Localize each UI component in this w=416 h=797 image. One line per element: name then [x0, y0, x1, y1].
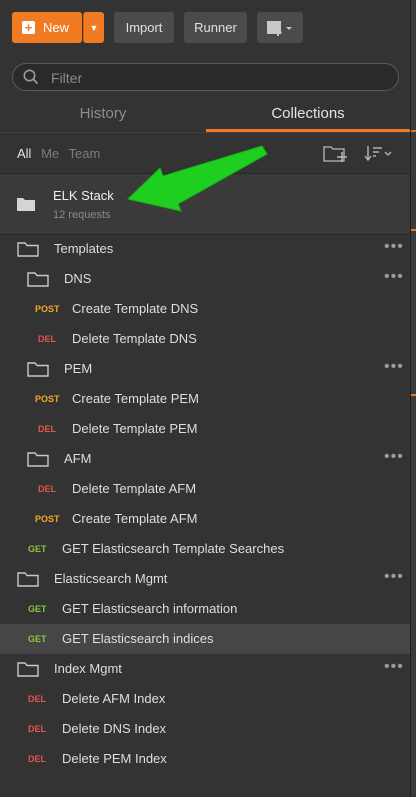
plus-icon: +	[22, 21, 35, 34]
folder-icon	[17, 662, 39, 677]
method-badge: DEL	[28, 694, 46, 704]
more-icon[interactable]: •••	[384, 654, 404, 680]
request-item[interactable]: POST Create Template DNS	[0, 294, 410, 324]
new-dropdown-button[interactable]: ▼	[83, 12, 104, 43]
more-icon[interactable]: •••	[384, 564, 404, 590]
more-icon[interactable]: •••	[384, 234, 404, 260]
adjacent-pane-accent	[411, 394, 416, 396]
method-badge: GET	[28, 544, 47, 554]
filter-team[interactable]: Team	[69, 146, 101, 161]
method-badge: DEL	[38, 334, 56, 344]
runner-button-label: Runner	[194, 20, 237, 35]
folder-icon	[17, 242, 39, 257]
collection-item[interactable]: ELK Stack 12 requests	[0, 173, 410, 235]
more-icon[interactable]: •••	[384, 264, 404, 290]
folder-label: Elasticsearch Mgmt	[54, 571, 168, 586]
more-icon[interactable]: •••	[384, 444, 404, 470]
divider	[0, 132, 410, 133]
import-button[interactable]: Import	[114, 12, 174, 43]
folder-label: Templates	[54, 241, 114, 256]
collection-name: ELK Stack	[53, 188, 114, 203]
request-label: Create Template PEM	[72, 391, 199, 406]
request-item[interactable]: DEL Delete Template AFM	[0, 474, 410, 504]
filter-search[interactable]	[12, 63, 399, 91]
new-collection-icon[interactable]	[322, 143, 350, 163]
runner-button[interactable]: Runner	[184, 12, 247, 43]
method-badge: POST	[35, 304, 60, 314]
folder-item[interactable]: DNS •••	[0, 264, 410, 294]
folder-label: Index Mgmt	[54, 661, 122, 676]
folder-item[interactable]: PEM •••	[0, 354, 410, 384]
request-item[interactable]: GET GET Elasticsearch information	[0, 594, 410, 624]
sidebar-tabs: History Collections	[0, 96, 410, 132]
toolbar: + New ▼ Import Runner	[0, 0, 410, 56]
sort-icon[interactable]	[362, 143, 394, 163]
folder-label: PEM	[64, 361, 93, 376]
method-badge: DEL	[38, 424, 56, 434]
new-button[interactable]: + New	[12, 12, 82, 43]
adjacent-pane-edge	[411, 0, 416, 797]
collection-folder-icon	[17, 198, 35, 211]
request-item[interactable]: DEL Delete PEM Index	[0, 744, 410, 774]
folder-item[interactable]: Elasticsearch Mgmt •••	[0, 564, 410, 594]
filter-all[interactable]: All	[17, 146, 31, 161]
request-label: Create Template AFM	[72, 511, 198, 526]
request-label: Create Template DNS	[72, 301, 199, 316]
method-badge: DEL	[38, 484, 56, 494]
search-icon	[23, 69, 39, 85]
folder-icon	[27, 362, 49, 377]
folder-label: DNS	[64, 271, 92, 286]
filter-me[interactable]: Me	[41, 146, 59, 161]
request-item-selected[interactable]: GET GET Elasticsearch indices	[0, 624, 410, 654]
request-item[interactable]: DEL Delete Template PEM	[0, 414, 410, 444]
request-label: Delete DNS Index	[62, 721, 167, 736]
adjacent-pane-accent	[411, 229, 416, 231]
more-icon[interactable]: •••	[384, 354, 404, 380]
request-label: Delete Template AFM	[72, 481, 197, 496]
request-item[interactable]: DEL Delete Template DNS	[0, 324, 410, 354]
new-window-button[interactable]	[257, 12, 303, 43]
method-badge: DEL	[28, 754, 46, 764]
request-label: Delete PEM Index	[62, 751, 167, 766]
import-button-label: Import	[125, 20, 163, 35]
request-item[interactable]: DEL Delete AFM Index	[0, 684, 410, 714]
folder-item[interactable]: Index Mgmt •••	[0, 654, 410, 684]
request-item[interactable]: POST Create Template PEM	[0, 384, 410, 414]
request-label: GET Elasticsearch indices	[62, 631, 214, 646]
method-badge: POST	[35, 394, 60, 404]
method-badge: GET	[28, 634, 47, 644]
tab-history[interactable]: History	[0, 96, 206, 132]
new-button-label: New	[43, 20, 70, 35]
filter-input[interactable]	[49, 67, 383, 89]
folder-label: AFM	[64, 451, 92, 466]
request-label: GET Elasticsearch information	[62, 601, 238, 616]
tab-collections[interactable]: Collections	[206, 96, 410, 132]
folder-item[interactable]: Templates •••	[0, 234, 410, 264]
request-item[interactable]: GET GET Elasticsearch Template Searches	[0, 534, 410, 564]
request-label: GET Elasticsearch Template Searches	[62, 541, 285, 556]
adjacent-pane-accent	[411, 130, 416, 132]
method-badge: POST	[35, 514, 60, 524]
folder-icon	[27, 452, 49, 467]
folder-icon	[27, 272, 49, 287]
new-window-icon	[267, 20, 292, 36]
collection-request-count: 12 requests	[53, 209, 111, 221]
request-label: Delete AFM Index	[62, 691, 166, 706]
collection-filters: All Me Team	[17, 146, 106, 161]
method-badge: DEL	[28, 724, 46, 734]
method-badge: GET	[28, 604, 47, 614]
request-item[interactable]: POST Create Template AFM	[0, 504, 410, 534]
chevron-down-icon: ▼	[89, 22, 99, 33]
request-label: Delete Template PEM	[72, 421, 198, 436]
request-label: Delete Template DNS	[72, 331, 197, 346]
folder-item[interactable]: AFM •••	[0, 444, 410, 474]
folder-icon	[17, 572, 39, 587]
request-item[interactable]: DEL Delete DNS Index	[0, 714, 410, 744]
